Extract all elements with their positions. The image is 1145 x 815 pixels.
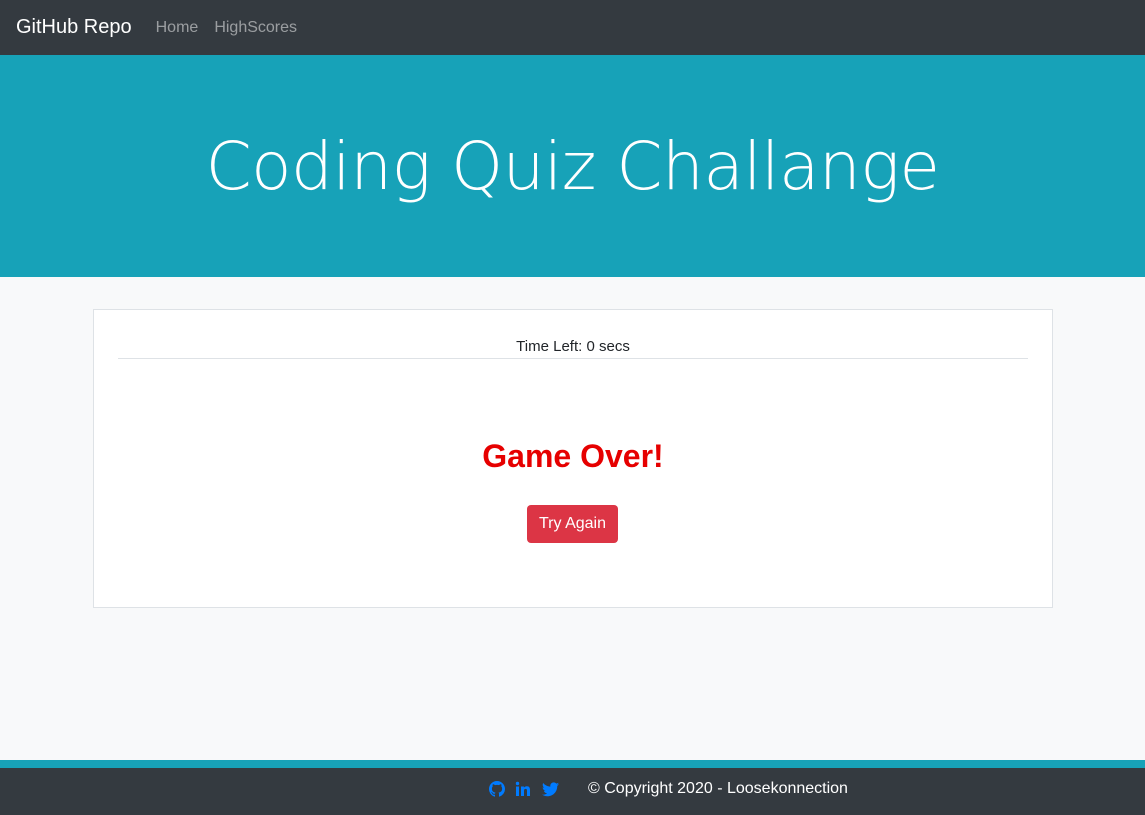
twitter-icon[interactable]	[541, 780, 559, 798]
game-over-heading: Game Over!	[482, 438, 664, 474]
jumbotron-header: Coding Quiz Challange	[0, 55, 1145, 277]
page-title: Coding Quiz Challange	[205, 127, 940, 205]
nav-link-highscores[interactable]: HighScores	[214, 19, 297, 37]
linkedin-icon[interactable]	[514, 780, 532, 798]
brand-link[interactable]: GitHub Repo	[16, 16, 132, 39]
divider	[118, 358, 1028, 359]
github-icon[interactable]	[489, 780, 505, 798]
copyright-text: © Copyright 2020 - Loosekonnection	[588, 780, 848, 797]
nav-link-home[interactable]: Home	[156, 19, 199, 37]
page-footer: © Copyright 2020 - Loosekonnection	[0, 768, 1145, 815]
try-again-button[interactable]: Try Again	[527, 505, 618, 543]
quiz-card: Time Left: 0 secs Game Over! Try Again	[93, 309, 1053, 608]
top-navbar: GitHub Repo Home HighScores	[0, 0, 1145, 55]
footer-accent-stripe	[0, 760, 1145, 768]
timer-display: Time Left: 0 secs	[516, 338, 630, 355]
